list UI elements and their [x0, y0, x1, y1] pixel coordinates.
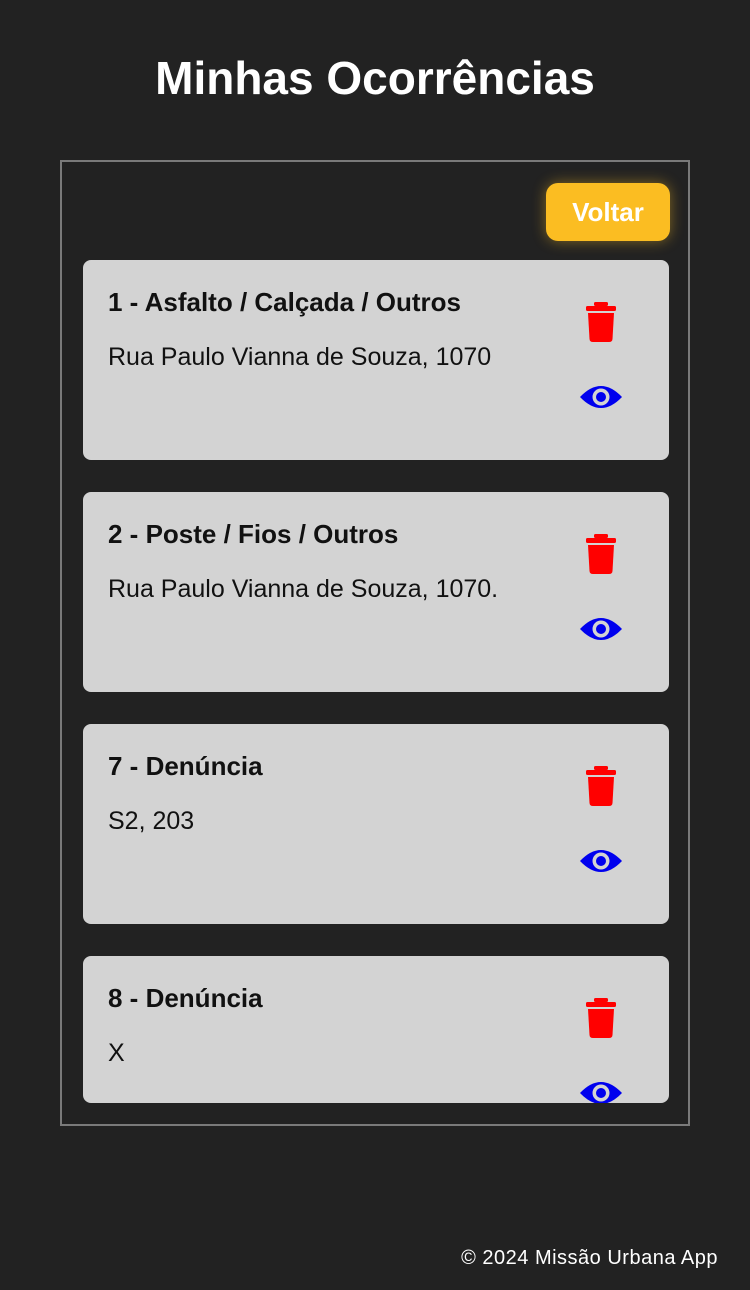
occurrence-title: 2 - Poste / Fios / Outros — [108, 519, 399, 549]
eye-icon[interactable] — [578, 1077, 624, 1103]
occurrence-title: 1 - Asfalto / Calçada / Outros — [108, 287, 462, 317]
back-button[interactable]: Voltar — [546, 183, 670, 241]
eye-icon[interactable] — [578, 381, 624, 413]
footer-copyright: © 2024 Missão Urbana App — [461, 1247, 718, 1269]
occurrence-card: 7 - Denúncia S2, 203 — [83, 724, 669, 924]
occurrence-title: 7 - Denúncia — [108, 751, 263, 781]
trash-icon[interactable] — [586, 534, 616, 574]
eye-icon[interactable] — [578, 613, 624, 645]
occurrences-panel[interactable]: Voltar 1 - Asfalto / Calçada / Outros Ru… — [60, 160, 690, 1126]
occurrence-card: 1 - Asfalto / Calçada / Outros Rua Paulo… — [83, 260, 669, 460]
occurrence-address: Rua Paulo Vianna de Souza, 1070. — [108, 575, 499, 603]
occurrence-address: Rua Paulo Vianna de Souza, 1070 — [108, 343, 492, 371]
trash-icon[interactable] — [586, 302, 616, 342]
eye-icon[interactable] — [578, 845, 624, 877]
page-title: Minhas Ocorrências — [155, 52, 595, 104]
occurrence-card: 8 - Denúncia X — [83, 956, 669, 1103]
occurrence-title: 8 - Denúncia — [108, 983, 263, 1013]
trash-icon[interactable] — [586, 998, 616, 1038]
trash-icon[interactable] — [586, 766, 616, 806]
occurrence-address: S2, 203 — [108, 807, 195, 835]
occurrence-address: X — [108, 1039, 125, 1067]
occurrence-card: 2 - Poste / Fios / Outros Rua Paulo Vian… — [83, 492, 669, 692]
